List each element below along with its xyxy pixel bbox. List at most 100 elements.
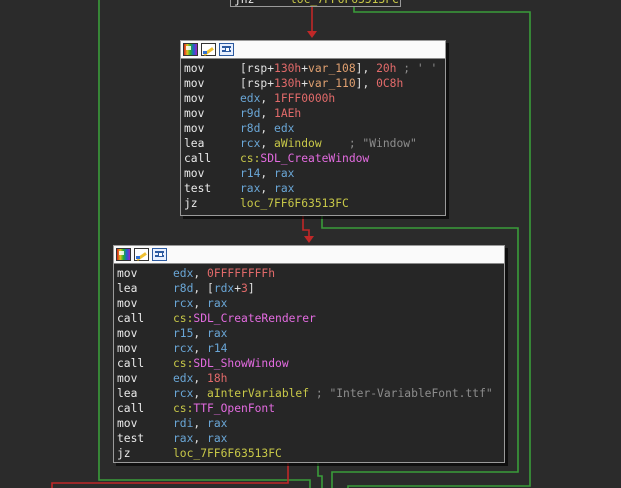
asm-line[interactable]: test rax, rax [114, 431, 504, 446]
asm-line[interactable]: jnzloc_7FF6F63513FC [231, 0, 400, 6]
asm-operand[interactable]: var_110 [308, 76, 356, 91]
asm-operand[interactable]: 130h [274, 76, 301, 91]
asm-operand[interactable]: rcx [240, 136, 260, 151]
asm-operand[interactable]: aWindow [274, 136, 322, 151]
asm-operand[interactable]: loc_7FF6F63513FC [173, 446, 282, 461]
asm-line[interactable]: call cs: SDL_CreateRenderer [114, 311, 504, 326]
asm-line[interactable]: mov [rsp+ 130h + var_110], 0C8h [181, 76, 445, 91]
asm-line[interactable]: test rax, rax [181, 181, 445, 196]
asm-operand[interactable]: rax [173, 431, 193, 446]
asm-operand[interactable]: r14 [207, 341, 227, 356]
asm-line[interactable]: mov rcx, r14 [114, 341, 504, 356]
asm-operand[interactable]: rax [274, 166, 294, 181]
asm-operand[interactable]: 18h [207, 371, 227, 386]
asm-operand[interactable]: rax [207, 431, 227, 446]
asm-operand[interactable]: SDL_CreateWindow [260, 151, 369, 166]
asm-line[interactable]: lea r8d, [rdx +3] [114, 281, 504, 296]
asm-operand[interactable]: rax [274, 181, 294, 196]
asm-operand[interactable]: r8d [240, 121, 260, 136]
asm-operand[interactable]: r9d [240, 106, 260, 121]
asm-operand[interactable]: edx [274, 121, 294, 136]
top-block-stub[interactable]: jnzloc_7FF6F63513FC [230, 0, 401, 7]
asm-operand[interactable]: , [260, 136, 274, 151]
asm-operand[interactable]: cs: [173, 311, 193, 326]
asm-operand[interactable]: + [301, 76, 308, 91]
asm-operand[interactable]: r15 [173, 326, 193, 341]
asm-line[interactable]: jz loc_7FF6F63513FC [181, 196, 445, 211]
asm-operand[interactable]: , [193, 296, 207, 311]
asm-line[interactable]: call cs: SDL_ShowWindow [114, 356, 504, 371]
asm-operand[interactable]: loc_7FF6F63513FC [240, 196, 349, 211]
asm-operand[interactable]: rdi [173, 416, 193, 431]
asm-operand[interactable]: 1FFF0000h [274, 91, 335, 106]
asm-operand[interactable]: r8d [173, 281, 193, 296]
asm-operand[interactable]: + [301, 61, 308, 76]
asm-operand[interactable]: edx [173, 371, 193, 386]
asm-operand[interactable]: , [193, 431, 207, 446]
asm-line[interactable]: mov [rsp+ 130h + var_108], 20h ; ' ' [181, 61, 445, 76]
asm-operand[interactable]: SDL_ShowWindow [193, 356, 288, 371]
asm-operand[interactable]: , [193, 386, 207, 401]
asm-operand[interactable]: 1AEh [274, 106, 301, 121]
asm-operand[interactable]: SDL_CreateRenderer [193, 311, 315, 326]
asm-operand[interactable]: , [260, 181, 274, 196]
graph-overview-icon[interactable] [219, 43, 234, 56]
asm-operand[interactable]: rcx [173, 386, 193, 401]
asm-operand[interactable]: , [260, 121, 274, 136]
asm-line[interactable]: mov r9d, 1AEh [181, 106, 445, 121]
asm-operand[interactable]: , [193, 266, 207, 281]
asm-operand[interactable]: , [260, 106, 274, 121]
asm-operand[interactable]: ] [248, 281, 255, 296]
asm-line[interactable]: jz loc_7FF6F63513FC [114, 446, 504, 461]
asm-operand[interactable]: 0FFFFFFFFh [207, 266, 275, 281]
asm-operand[interactable]: rcx [173, 296, 193, 311]
asm-operand[interactable]: ; "Inter-VariableFont.ttf" [309, 386, 493, 401]
asm-line[interactable]: mov rcx, rax [114, 296, 504, 311]
asm-operand[interactable]: + [234, 281, 241, 296]
asm-operand[interactable]: ], [356, 76, 376, 91]
asm-line[interactable]: mov edx, 1FFF0000h [181, 91, 445, 106]
asm-operand[interactable]: , [193, 341, 207, 356]
asm-operand[interactable]: edx [173, 266, 193, 281]
code-block-create-renderer[interactable]: mov edx, 0FFFFFFFFh lea r8d, [rdx +3] mov rcx,… [113, 245, 505, 463]
asm-operand[interactable]: ; ' ' [396, 61, 437, 76]
asm-operand[interactable]: cs: [240, 151, 260, 166]
asm-operand[interactable]: , [193, 371, 207, 386]
asm-operand[interactable]: rax [207, 296, 227, 311]
rename-icon[interactable] [134, 248, 149, 261]
asm-operand[interactable]: edx [240, 91, 260, 106]
asm-operand[interactable]: 3 [241, 281, 248, 296]
asm-operand[interactable]: 0C8h [376, 76, 403, 91]
asm-line[interactable]: lea rcx, aWindow ; "Window" [181, 136, 445, 151]
graph-overview-icon[interactable] [152, 248, 167, 261]
asm-operand[interactable]: , [ [193, 281, 213, 296]
asm-operand[interactable]: cs: [173, 401, 193, 416]
code-block-create-window[interactable]: mov [rsp+ 130h + var_108], 20h ; ' ' mov [rsp+… [180, 40, 446, 216]
asm-line[interactable]: lea rcx, aInterVariablef ; "Inter-Variabl… [114, 386, 504, 401]
asm-operand[interactable]: , [193, 326, 207, 341]
asm-operand[interactable]: rax [207, 326, 227, 341]
asm-operand[interactable]: , [193, 416, 207, 431]
asm-line[interactable]: mov edx, 0FFFFFFFFh [114, 266, 504, 281]
color-icon[interactable] [116, 248, 131, 261]
asm-operand[interactable]: var_108 [308, 61, 356, 76]
asm-operand[interactable]: , [260, 91, 274, 106]
asm-operand[interactable]: r14 [240, 166, 260, 181]
asm-operand[interactable]: ], [356, 61, 376, 76]
asm-operand[interactable]: cs: [173, 356, 193, 371]
asm-line[interactable]: mov edx, 18h [114, 371, 504, 386]
asm-line[interactable]: mov r14, rax [181, 166, 445, 181]
asm-operand[interactable]: 20h [376, 61, 396, 76]
asm-line[interactable]: mov r8d, edx [181, 121, 445, 136]
asm-operand[interactable]: rax [240, 181, 260, 196]
asm-line[interactable]: call cs: TTF_OpenFont [114, 401, 504, 416]
asm-operand[interactable]: rcx [173, 341, 193, 356]
asm-line[interactable]: call cs: SDL_CreateWindow [181, 151, 445, 166]
asm-line[interactable]: mov rdi, rax [114, 416, 504, 431]
asm-operand[interactable]: rax [207, 416, 227, 431]
asm-operand[interactable]: loc_7FF6F63513FC [290, 0, 399, 6]
asm-operand[interactable]: 130h [274, 61, 301, 76]
asm-operand[interactable]: aInterVariablef [207, 386, 309, 401]
asm-line[interactable]: mov r15, rax [114, 326, 504, 341]
asm-operand[interactable]: TTF_OpenFont [193, 401, 275, 416]
